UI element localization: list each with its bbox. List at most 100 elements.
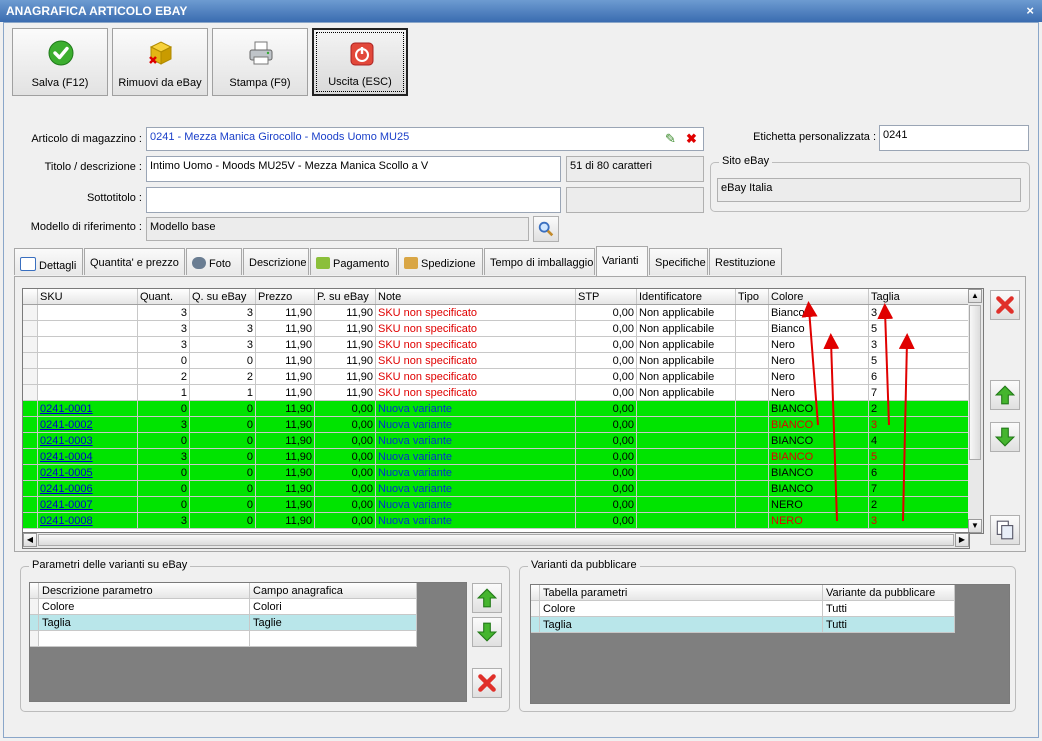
param-desc-cell[interactable] (38, 630, 250, 647)
exit-label: Uscita (ESC) (328, 76, 392, 88)
arrow-up-icon (994, 385, 1016, 405)
edit-pencil-icon[interactable]: ✎ (665, 131, 676, 147)
copy-button[interactable] (990, 515, 1020, 545)
publish-title: Varianti da pubblicare (528, 559, 640, 571)
shipping-box-icon (404, 257, 418, 269)
tab-varianti-label: Varianti (602, 255, 639, 267)
annotation-arrows (801, 301, 915, 522)
clear-x-icon[interactable]: ✖ (686, 131, 697, 147)
publish-variante-cell[interactable]: Tutti (822, 600, 955, 617)
remove-from-ebay-button[interactable]: Rimuovi da eBay (112, 28, 208, 96)
tab-spedizione-label: Spedizione (421, 258, 476, 270)
titolo-field[interactable]: Intimo Uomo - Moods MU25V - Mezza Manica… (146, 156, 561, 182)
exit-button[interactable]: Uscita (ESC) (312, 28, 408, 96)
tab-pagamento-label: Pagamento (333, 258, 390, 270)
publish-tabella-cell[interactable]: Colore (539, 600, 823, 617)
params-up-button[interactable] (472, 583, 502, 613)
delete-x-icon (478, 674, 496, 692)
horizontal-scrollbar[interactable]: ◀ ▶ (22, 532, 970, 549)
print-label: Stampa (F9) (229, 77, 291, 89)
search-icon (538, 221, 554, 237)
publish-tabella-cell[interactable]: Taglia (539, 616, 823, 633)
row-indicator (30, 598, 39, 615)
tab-specifiche[interactable]: Specifiche (649, 248, 708, 275)
variants-grid[interactable]: SKU Quant. Q. su eBay Prezzo P. su eBay Note S… (22, 288, 970, 534)
delete-variant-button[interactable] (990, 290, 1020, 320)
tab-foto-label: Foto (209, 258, 232, 270)
params-grid[interactable]: Descrizione parametro Campo anagrafica Co… (29, 582, 467, 702)
tab-quantita-label: Quantita' e prezzo (90, 257, 179, 269)
tab-descrizione[interactable]: Descrizione (243, 248, 309, 275)
param-desc-cell[interactable]: Taglia (38, 614, 250, 631)
etichetta-field[interactable]: 0241 (879, 125, 1029, 151)
param-campo-cell[interactable] (249, 630, 417, 647)
move-down-button[interactable] (990, 422, 1020, 452)
tab-pagamento[interactable]: Pagamento (310, 248, 397, 275)
publish-variante-cell[interactable]: Tutti (822, 616, 955, 633)
titolo-value: Intimo Uomo - Moods MU25V - Mezza Manica… (150, 160, 429, 172)
params-title: Parametri delle varianti su eBay (29, 559, 191, 571)
char-count: 51 di 80 caratteri (566, 156, 704, 182)
tab-restituzione-label: Restituzione (715, 257, 776, 269)
search-button[interactable] (533, 216, 559, 242)
char-count-text: 51 di 80 caratteri (570, 160, 652, 172)
scroll-thumb[interactable] (969, 305, 981, 460)
payment-icon (316, 257, 330, 269)
scroll-left-icon[interactable]: ◀ (23, 533, 37, 547)
remove-label: Rimuovi da eBay (118, 77, 202, 89)
tab-dettagli[interactable]: Dettagli (14, 248, 83, 275)
articolo-value: 0241 - Mezza Manica Girocollo - Moods Uo… (150, 131, 410, 143)
scroll-up-icon[interactable]: ▲ (968, 289, 982, 303)
tab-dettagli-label: Dettagli (39, 260, 77, 272)
params-col-campo: Campo anagrafica (249, 583, 417, 599)
publish-col-variante: Variante da pubblicare (822, 585, 955, 601)
arrow-2 (823, 333, 840, 522)
param-desc-cell[interactable]: Colore (38, 598, 250, 615)
close-icon[interactable]: × (1026, 0, 1034, 22)
arrow-up-icon (476, 588, 498, 608)
tab-restituzione[interactable]: Restituzione (709, 248, 782, 275)
publish-col-tabella: Tabella parametri (539, 585, 823, 601)
copy-documents-icon (996, 520, 1014, 540)
row-indicator (30, 614, 39, 631)
articolo-label: Articolo di magazzino : (31, 133, 142, 145)
vertical-scrollbar[interactable]: ▲ ▼ (968, 288, 984, 534)
params-down-button[interactable] (472, 617, 502, 647)
tab-tempo-imballaggio[interactable]: Tempo di imballaggio (484, 248, 595, 275)
publish-grid[interactable]: Tabella parametri Variante da pubblicare … (530, 584, 1010, 704)
scroll-down-icon[interactable]: ▼ (968, 519, 982, 533)
sottotitolo-label: Sottotitolo : (86, 192, 142, 204)
window-title: ANAGRAFICA ARTICOLO EBAY (6, 4, 188, 18)
row-indicator (531, 616, 540, 633)
arrow-3 (877, 303, 894, 426)
tab-descrizione-label: Descrizione (249, 257, 307, 269)
arrow-1 (801, 301, 819, 426)
params-delete-button[interactable] (472, 668, 502, 698)
check-icon (48, 40, 74, 66)
printer-icon (249, 41, 273, 65)
modello-label: Modello di riferimento : (30, 221, 142, 233)
hscroll-thumb[interactable] (38, 534, 954, 546)
modello-value: Modello base (150, 221, 216, 233)
param-campo-cell[interactable]: Taglie (249, 614, 417, 631)
scroll-right-icon[interactable]: ▶ (955, 533, 969, 547)
tab-specifiche-label: Specifiche (655, 257, 706, 269)
window-icon (20, 257, 36, 271)
arrow-down-icon (994, 427, 1016, 447)
row-indicator (531, 600, 540, 617)
sottotitolo-field[interactable] (146, 187, 561, 213)
tab-spedizione[interactable]: Spedizione (398, 248, 483, 275)
arrow-4 (898, 333, 915, 522)
move-up-button[interactable] (990, 380, 1020, 410)
row-indicator-header (531, 585, 540, 601)
tab-quantita[interactable]: Quantita' e prezzo (84, 248, 185, 275)
camera-icon (192, 257, 206, 269)
tab-foto[interactable]: Foto (186, 248, 242, 275)
tab-varianti[interactable]: Varianti (596, 246, 648, 276)
delete-x-icon (996, 296, 1014, 314)
box-remove-icon (149, 41, 173, 65)
save-button[interactable]: Salva (F12) (12, 28, 108, 96)
articolo-field[interactable]: 0241 - Mezza Manica Girocollo - Moods Uo… (146, 127, 704, 151)
print-button[interactable]: Stampa (F9) (212, 28, 308, 96)
param-campo-cell[interactable]: Colori (249, 598, 417, 615)
